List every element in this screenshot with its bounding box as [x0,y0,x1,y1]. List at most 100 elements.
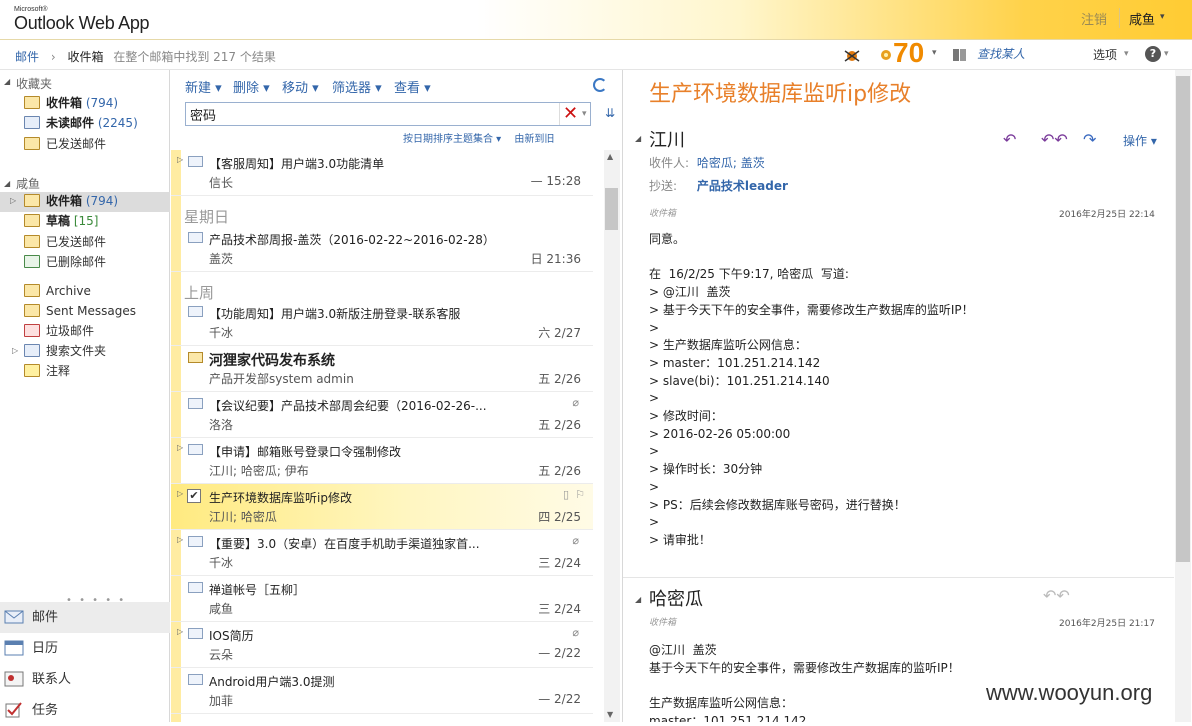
refresh-icon[interactable] [593,78,607,92]
folder-icon [24,284,40,297]
folder-sent[interactable]: 已发送邮件 [24,233,170,253]
folder-search[interactable]: ▷ 搜索文件夹 [12,342,170,362]
fav-sent[interactable]: 已发送邮件 [24,135,170,155]
expand-conversation-icon[interactable]: ▷ [177,155,183,164]
message-row[interactable]: 【会议纪要】产品技术部周会纪要（2016-02-26-... ⌀ 洛洛 五 2/… [171,392,593,438]
message-row[interactable]: 禅道帐号［五柳］ 咸鱼 三 2/24 [171,576,593,622]
delete-button[interactable]: 删除 ▾ [233,77,270,96]
search-options-chevron-icon[interactable]: ▾ [582,103,592,125]
folder-junk[interactable]: 垃圾邮件 [24,322,170,342]
collapse-favorites-icon[interactable]: ◢ [4,77,10,86]
points-counter[interactable]: 70 [893,37,924,69]
message-row[interactable]: Android用户端3.0提测 加菲 — 2/22 [171,668,593,714]
reply-all-icon[interactable]: ↶↶ [1043,586,1070,605]
module-mail[interactable]: 邮件 [0,602,170,633]
expand-icon[interactable]: ▷ [10,192,16,210]
user-menu-chevron-icon[interactable]: ▾ [1160,12,1165,22]
expand-conversation-icon[interactable]: ▷ [177,489,183,498]
message-row[interactable]: ▷ 【重要】3.0（安卓）在百度手机助手渠道独家首... ⌀ 千冰 三 2/24 [171,530,593,576]
forward-icon[interactable]: ↷ [1083,130,1096,149]
divider [623,577,1174,578]
envelope-icon [188,674,203,685]
message-row-selected[interactable]: ▷ ✔ 生产环境数据库监听ip修改 ▯ ⚐ 江川; 哈密瓜 四 2/25 [171,484,593,530]
folder-drafts[interactable]: 草稿 [15] [24,212,170,232]
folder-notes[interactable]: 注释 [24,362,170,382]
scroll-up-icon[interactable]: ▲ [607,152,613,161]
message-row[interactable]: 河狸家代码发布系统 产品开发部system admin 五 2/26 [171,346,593,392]
module-tasks[interactable]: 任务 [0,695,170,726]
options-menu[interactable]: 选项 [1093,46,1117,63]
collapse-message-icon[interactable]: ◢ [635,595,641,604]
scrollbar-thumb[interactable] [605,188,618,230]
message-title: 生产环境数据库监听ip修改 [649,82,912,107]
message-row[interactable]: 产品技术部周报-盖茨（2016-02-22~2016-02-28） 盖茨 日 2… [171,226,593,272]
message-row[interactable]: ▷ 【申请】邮箱账号登录口令强制修改 江川; 哈密瓜; 伊布 五 2/26 [171,438,593,484]
scrollbar-thumb[interactable] [1176,76,1190,562]
group-header: 星期日 [184,208,230,226]
fav-inbox[interactable]: 收件箱 (794) [24,94,170,114]
favorites-header[interactable]: 收藏夹 [16,75,52,92]
mailbox-header[interactable]: 咸鱼 [16,175,40,192]
fav-unread[interactable]: 未读邮件 (2245) [24,114,170,134]
sort-order-link[interactable]: 由新到旧 [514,134,554,145]
address-book-icon[interactable] [951,47,969,63]
sender-name[interactable]: 哈密瓜 [649,585,703,611]
expand-search-icon[interactable]: ⇊ [605,106,615,120]
flag-icon[interactable]: ⚐ [575,488,585,501]
points-chevron-icon[interactable]: ▾ [932,48,937,58]
clear-search-icon[interactable]: ✕ [559,103,581,125]
badge-icon[interactable] [878,47,894,63]
sender-name[interactable]: 江川 [649,126,685,152]
folder-archive[interactable]: Archive [24,282,170,302]
message-folder: 收件箱 [649,618,677,628]
user-menu[interactable]: 咸鱼 [1129,9,1155,28]
expand-conversation-icon[interactable]: ▷ [177,627,183,636]
filter-button[interactable]: 筛选器 ▾ [332,77,382,96]
folder-sent-messages[interactable]: Sent Messages [24,302,170,322]
collapse-message-icon[interactable]: ◢ [635,134,641,143]
help-icon[interactable]: ? [1145,46,1161,62]
bug-icon[interactable] [843,47,861,63]
message-row[interactable]: ▷ 【客服周知】用户端3.0功能清单 信长 — 15:28 [171,150,593,196]
unread-envelope-icon [188,352,203,363]
sort-by-menu[interactable]: 按日期排序主题集合 ▾ [403,134,501,145]
calendar-icon [4,640,24,656]
app-logo: Microsoft® Outlook Web App [14,6,150,33]
module-calendar[interactable]: 日历 [0,633,170,664]
move-button[interactable]: 移动 ▾ [282,77,319,96]
search-input[interactable] [190,105,550,123]
breadcrumb-mail[interactable]: 邮件 [15,50,39,64]
expand-icon[interactable]: ▷ [12,342,18,360]
folder-inbox[interactable]: ▷ 收件箱 (794) [0,192,170,212]
list-scrollbar[interactable]: ▲ ▼ [604,150,620,722]
signout-link[interactable]: 注销 [1081,9,1107,28]
contacts-icon [4,671,24,687]
select-checkbox[interactable]: ✔ [187,489,201,503]
to-recipients[interactable]: 哈密瓜; 盖茨 [697,156,765,170]
deleted-folder-icon [24,255,40,268]
reply-icon[interactable]: ↶ [1003,130,1016,149]
reading-scrollbar[interactable] [1175,70,1191,722]
reply-all-icon[interactable]: ↶↶ [1041,130,1068,149]
module-contacts[interactable]: 联系人 [0,664,170,695]
cc-recipients[interactable]: 产品技术leader [697,179,788,193]
options-chevron-icon[interactable]: ▾ [1124,49,1129,59]
find-someone-link[interactable]: 查找某人 [977,45,1025,62]
message-row[interactable]: ▷ IOS简历 ⌀ 云朵 — 2/22 [171,622,593,668]
envelope-icon [188,398,203,409]
folder-deleted[interactable]: 已删除邮件 [24,253,170,273]
scroll-down-icon[interactable]: ▼ [607,710,613,719]
collapse-mailbox-icon[interactable]: ◢ [4,179,10,188]
envelope-icon [188,232,203,243]
expand-conversation-icon[interactable]: ▷ [177,443,183,452]
view-button[interactable]: 查看 ▾ [394,77,431,96]
message-row[interactable]: 【功能周知】用户端3.0新版注册登录-联系客服 千冰 六 2/27 [171,300,593,346]
actions-menu[interactable]: 操作 ▾ [1123,132,1157,149]
help-chevron-icon[interactable]: ▾ [1164,49,1169,59]
new-button[interactable]: 新建 ▾ [185,77,222,96]
category-icon[interactable]: ▯ [563,488,569,501]
inbox-folder-icon [24,96,40,109]
cc-line: 抄送: 产品技术leader [649,179,788,193]
expand-conversation-icon[interactable]: ▷ [177,535,183,544]
folder-pane: ◢ 收藏夹 收件箱 (794) 未读邮件 (2245) 已发送邮件 ◢ 咸鱼 ▷… [0,70,170,722]
